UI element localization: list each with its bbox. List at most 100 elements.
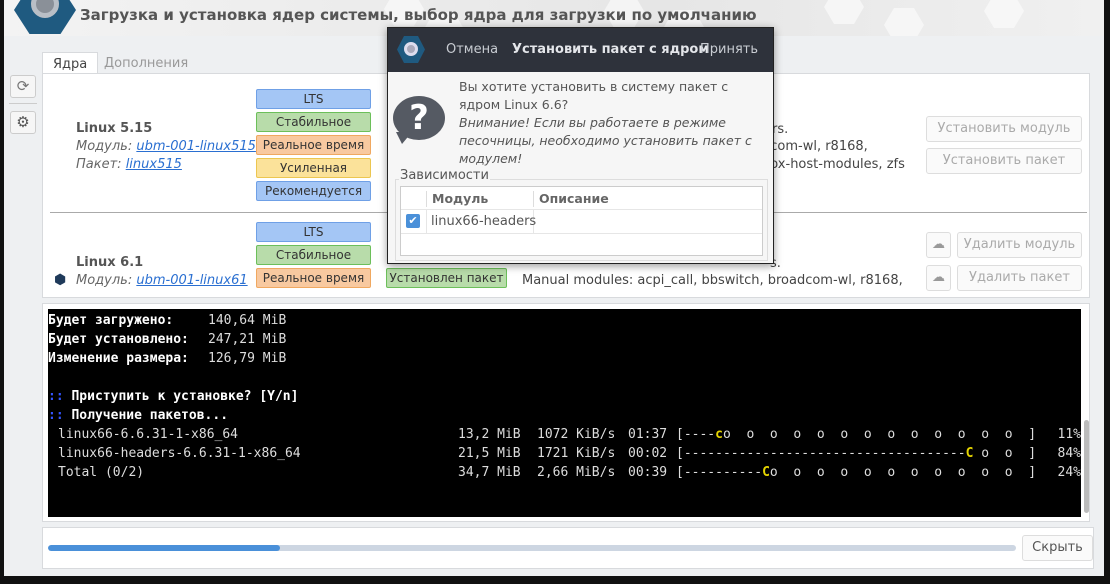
refresh-icon: ⟳	[16, 77, 30, 95]
prompt-prefix: ::	[48, 389, 64, 404]
kernel-info-text: rs.	[772, 122, 789, 137]
install-kernel-dialog: Отмена Установить пакет с ядром Принять …	[387, 27, 774, 264]
page-subtitle: Загрузка и установка ядер системы, выбор…	[80, 6, 757, 24]
dialog-warning: Внимание! Если вы работаете в режиме пес…	[459, 115, 752, 166]
download-name: linux66-6.6.31-1-x86_64	[58, 427, 239, 442]
module-label: Модуль:	[76, 273, 133, 288]
download-percent: 11%	[1057, 427, 1081, 442]
installed-kernel-icon: ⬢	[54, 272, 67, 288]
cloud-download-button[interactable]: ☁	[926, 232, 951, 258]
terminal-line: Изменение размера:	[48, 351, 189, 366]
column-header-module[interactable]: Модуль	[432, 191, 488, 206]
terminal-value: 140,64 MiB	[208, 313, 287, 328]
terminal-value: 247,21 MiB	[208, 332, 287, 347]
terminal-output: Будет загружено: 140,64 MiB Будет устано…	[48, 309, 1089, 517]
install-progress-fill	[48, 545, 281, 551]
kernel-package-line: Пакет: linux515	[76, 157, 182, 172]
badge-stable: Стабильное	[256, 245, 371, 265]
terminal-fetch: :: Получение пакетов...	[48, 406, 228, 425]
badge-hardened: Усиленная защита	[256, 158, 371, 193]
sidebar-divider	[9, 103, 37, 104]
module-label: Модуль:	[76, 139, 133, 154]
badge-installed-package: Установлен пакет	[386, 268, 507, 288]
dialog-header: Отмена Установить пакет с ядром Принять	[388, 28, 773, 72]
bar-segment: o o ]	[973, 446, 1037, 461]
badge-lts: LTS	[256, 222, 371, 242]
download-size: 34,7 MiB	[458, 465, 521, 480]
bar-segment: [------------------------------------	[676, 446, 966, 461]
bar-segment: [----	[676, 427, 716, 442]
terminal-line: Будет загружено:	[48, 313, 174, 328]
dependency-checkbox[interactable]: ✔	[406, 214, 420, 228]
question-bubble-tail	[396, 132, 412, 144]
hide-button[interactable]: Скрыть	[1022, 535, 1093, 561]
download-progress-bar: [----------Co o o o o o o o o o o ]	[676, 463, 1036, 482]
fetch-text: Получение пакетов...	[63, 408, 229, 423]
download-progress-bar: [------------------------------------C o…	[676, 444, 1036, 463]
download-progress-bar: [----co o o o o o o o o o o o o ]	[676, 425, 1036, 444]
column-header-description[interactable]: Описание	[539, 191, 609, 206]
kernel-info-text: box-host-modules, zfs	[762, 157, 905, 172]
tab-kernels[interactable]: Ядра	[42, 52, 99, 74]
download-percent: 84%	[1057, 446, 1081, 461]
gear-icon: ⚙	[16, 113, 30, 131]
app-logo-icon	[397, 36, 425, 63]
download-time: 00:39	[628, 465, 668, 480]
terminal-scrollbar[interactable]	[1084, 420, 1089, 513]
pacman-icon: C	[762, 465, 770, 480]
kernel-info-text: Manual modules: acpi_call, bbswitch, bro…	[522, 273, 903, 288]
download-size: 13,2 MiB	[458, 427, 521, 442]
bar-segment: o o o o o o o o o o o o o ]	[722, 427, 1037, 442]
package-link[interactable]: linux515	[126, 157, 182, 172]
dialog-question: Вы хотите установить в систему пакет с я…	[459, 79, 729, 112]
download-size: 21,5 MiB	[458, 446, 521, 461]
module-link[interactable]: ubm-001-linux61	[136, 273, 247, 288]
tab-extras[interactable]: Дополнения	[94, 52, 198, 74]
dependencies-label: Зависимости	[399, 168, 490, 183]
bar-segment: o o o o o o o o o o o ]	[769, 465, 1037, 480]
dependencies-table: Модуль Описание ✔ linux66-headers	[400, 186, 763, 256]
badge-lts: LTS	[256, 89, 371, 109]
prompt-prefix: ::	[48, 408, 64, 423]
package-label: Пакет:	[76, 157, 122, 172]
kernel-name: Linux 6.1	[76, 255, 144, 270]
download-name: linux66-headers-6.6.31-1-x86_64	[58, 446, 301, 461]
download-percent: 24%	[1057, 465, 1081, 480]
badge-realtime: Реальное время	[256, 268, 371, 288]
remove-module-button[interactable]: Удалить модуль	[957, 232, 1082, 258]
download-speed: 2,66 MiB/s	[537, 465, 616, 480]
settings-button[interactable]: ⚙	[10, 111, 36, 134]
install-module-button[interactable]: Установить модуль	[926, 116, 1082, 142]
table-row[interactable]: ✔ linux66-headers	[401, 210, 762, 234]
pacman-icon: c	[715, 427, 723, 442]
cloud-download-button[interactable]: ☁	[926, 265, 951, 291]
prompt-text: Приступить к установке? [Y/n]	[63, 389, 299, 404]
kernel-module-line: Модуль: ubm-001-linux515	[76, 139, 256, 154]
kernel-module-line: Модуль: ubm-001-linux61	[76, 273, 248, 288]
download-speed: 1721 KiB/s	[537, 446, 616, 461]
dialog-accept-button[interactable]: Принять	[700, 42, 758, 57]
download-speed: 1072 KiB/s	[537, 427, 616, 442]
cloud-icon: ☁	[932, 270, 945, 285]
bar-segment: [----------	[676, 465, 763, 480]
remove-package-button[interactable]: Удалить пакет	[957, 265, 1082, 291]
badge-realtime: Реальное время	[256, 135, 371, 155]
download-time: 01:37	[628, 427, 668, 442]
cloud-icon: ☁	[932, 237, 945, 252]
install-package-button[interactable]: Установить пакет	[926, 148, 1082, 174]
download-name: Total (0/2)	[58, 465, 145, 480]
kernel-name: Linux 5.15	[76, 121, 153, 136]
badge-recommended: Рекомендуется	[256, 181, 371, 201]
terminal-prompt: :: Приступить к установке? [Y/n]	[48, 387, 298, 406]
refresh-button[interactable]: ⟳	[10, 75, 36, 98]
install-progress-bar	[48, 545, 1016, 551]
terminal-value: 126,79 MiB	[208, 351, 287, 366]
module-link[interactable]: ubm-001-linux515	[136, 139, 256, 154]
dependency-module: linux66-headers	[431, 214, 537, 229]
badge-stable: Стабильное	[256, 112, 371, 132]
dialog-title: Установить пакет с ядром	[512, 42, 709, 57]
terminal-line: Будет установлено:	[48, 332, 189, 347]
kernel-info-text: dcom-wl, r8168,	[762, 139, 868, 154]
download-time: 00:02	[628, 446, 668, 461]
dialog-cancel-button[interactable]: Отмена	[446, 42, 498, 57]
